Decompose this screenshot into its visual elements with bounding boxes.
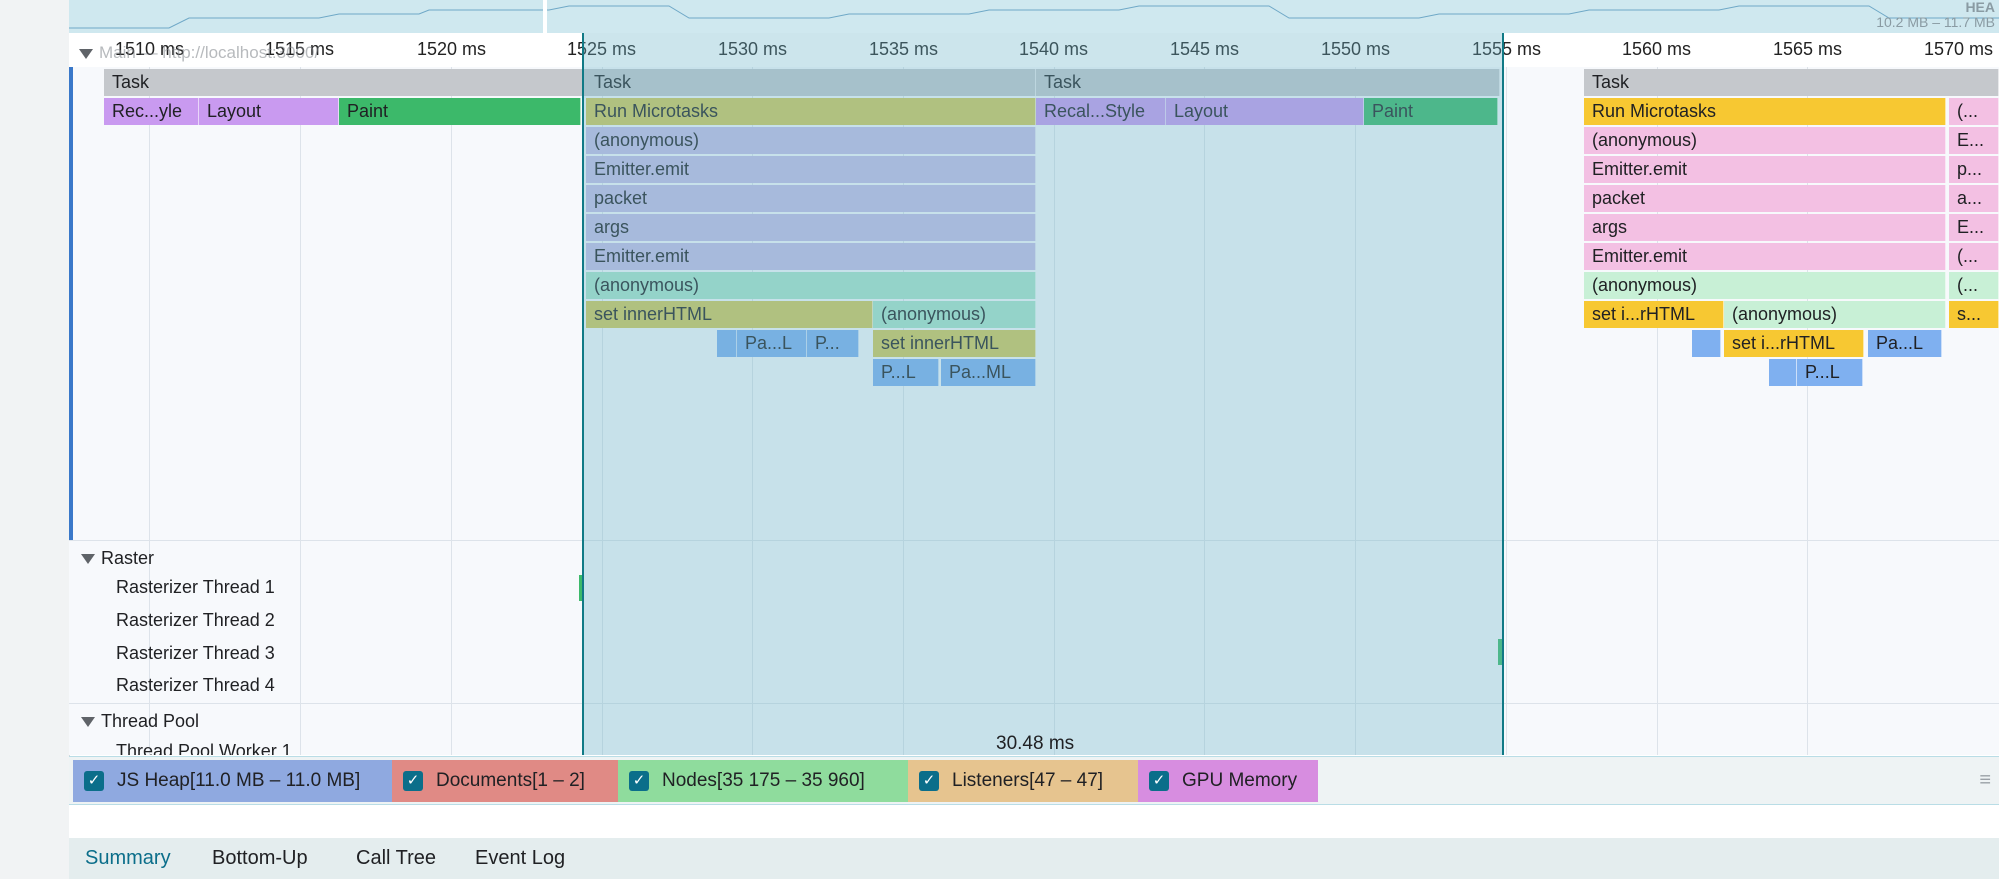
flame-bar-truncated[interactable]: (... [1949,272,1999,299]
checkbox-checked-icon[interactable]: ✓ [84,771,104,791]
selection-duration: 30.48 ms [996,733,1075,754]
counter-documents[interactable]: ✓ Documents[1 – 2] [392,760,618,802]
counter-gpu-memory[interactable]: ✓ GPU Memory [1138,760,1318,802]
flame-bar-anonymous[interactable]: (anonymous) [1584,127,1946,154]
raster-label: Raster [101,548,155,568]
thread-pool-label: Thread Pool [101,711,200,731]
gridline [1506,67,1507,755]
tick-label: 1520 ms [417,39,487,59]
rasterizer-thread-row[interactable]: Rasterizer Thread 3 [116,643,275,664]
flame-bar-emitter-emit[interactable]: Emitter.emit [1584,243,1946,270]
checkbox-checked-icon[interactable]: ✓ [629,771,649,791]
tab-bottom-up[interactable]: Bottom-Up [212,847,308,870]
collapse-triangle-icon[interactable] [81,554,95,565]
checkbox-checked-icon[interactable]: ✓ [919,771,939,791]
main-track-header[interactable]: Main — http://localhost:3000/ [79,43,319,63]
track-bracket [69,67,73,540]
flame-bar-run-microtasks[interactable]: Run Microtasks [1584,98,1946,125]
counter-label: JS Heap[11.0 MB – 11.0 MB] [117,770,361,791]
flame-bar-emitter-emit[interactable]: Emitter.emit [1584,156,1946,183]
flame-bar-recalc-style[interactable]: Rec...yle [104,98,199,125]
heap-label: HEA 10.2 MB – 11.7 MB [1876,0,1995,30]
flame-bar-truncated[interactable]: s... [1949,301,1999,328]
rasterizer-thread-row[interactable]: Rasterizer Thread 2 [116,610,275,631]
thread-pool-worker-row[interactable]: Thread Pool Worker 1 [116,741,292,755]
flame-bar-truncated[interactable]: E... [1949,127,1999,154]
details-tabbar: Summary Bottom-Up Call Tree Event Log [69,838,1999,879]
flame-bar-packet[interactable]: packet [1584,185,1946,212]
tab-event-log[interactable]: Event Log [475,847,565,870]
gridline [451,67,452,755]
tick-label: 1570 ms [1924,39,1994,59]
memory-counters-bar: ✓ JS Heap[11.0 MB – 11.0 MB] ✓ Documents[1… [69,756,1999,805]
rasterizer-thread-row[interactable]: Rasterizer Thread 1 [116,577,275,598]
heap-range: 10.2 MB – 11.7 MB [1876,14,1995,30]
flame-bar-task[interactable]: Task [104,69,646,96]
flame-bar-truncated[interactable]: p... [1949,156,1999,183]
flame-bar-paint-small[interactable] [1692,330,1721,357]
flame-bar-truncated[interactable]: (... [1949,243,1999,270]
flame-bar-parse-html[interactable]: Pa...L [1868,330,1942,357]
flame-bar-anonymous[interactable]: (anonymous) [1724,301,1946,328]
collapse-triangle-icon[interactable] [79,48,93,59]
flame-bar-task[interactable]: Task [1584,69,1999,96]
gridline [300,67,301,755]
left-gutter [0,0,70,879]
flame-bar-args[interactable]: args [1584,214,1946,241]
tick-label: 1560 ms [1622,39,1692,59]
counter-label: GPU Memory [1182,770,1298,791]
rasterizer-thread-row[interactable]: Rasterizer Thread 4 [116,675,275,696]
counter-label: Nodes[35 175 – 35 960] [662,770,865,791]
flame-bar-set-innerhtml[interactable]: set i...rHTML [1724,330,1864,357]
checkbox-checked-icon[interactable]: ✓ [403,771,423,791]
overview-heap-graph [69,0,1999,33]
counter-label: Listeners[47 – 47] [952,770,1104,791]
flame-bar-set-innerhtml[interactable]: set i...rHTML [1584,301,1724,328]
counter-listeners[interactable]: ✓ Listeners[47 – 47] [908,760,1138,802]
flame-bar-anonymous[interactable]: (anonymous) [1584,272,1946,299]
checkbox-checked-icon[interactable]: ✓ [1149,771,1169,791]
heap-label-top: HEA [1965,0,1995,15]
flame-bar-parse-html[interactable]: P...L [1797,359,1863,386]
tab-summary[interactable]: Summary [85,847,171,870]
raster-header[interactable]: Raster [81,548,154,569]
counter-js-heap[interactable]: ✓ JS Heap[11.0 MB – 11.0 MB] [73,760,392,802]
time-selection-range[interactable] [582,33,1504,755]
flame-bar-truncated[interactable]: E... [1949,214,1999,241]
counter-label: Documents[1 – 2] [436,770,585,791]
flame-bar-truncated[interactable]: (... [1949,98,1999,125]
counters-graph-area [69,804,1999,840]
overview-strip[interactable]: HEA 10.2 MB – 11.7 MB [69,0,1999,34]
tab-call-tree[interactable]: Call Tree [356,847,436,870]
flame-bar-paint[interactable]: Paint [339,98,581,125]
flame-bar-layout[interactable]: Layout [199,98,339,125]
main-track-label: Main — http://localhost:3000/ [99,43,320,62]
thread-pool-header[interactable]: Thread Pool [81,711,199,732]
counter-nodes[interactable]: ✓ Nodes[35 175 – 35 960] [618,760,908,802]
flame-bar-paint-small[interactable] [1769,359,1797,386]
tick-label: 1565 ms [1773,39,1843,59]
collapse-triangle-icon[interactable] [81,717,95,728]
flame-bar-truncated[interactable]: a... [1949,185,1999,212]
hamburger-menu-icon[interactable]: ≡ [1979,769,1991,792]
